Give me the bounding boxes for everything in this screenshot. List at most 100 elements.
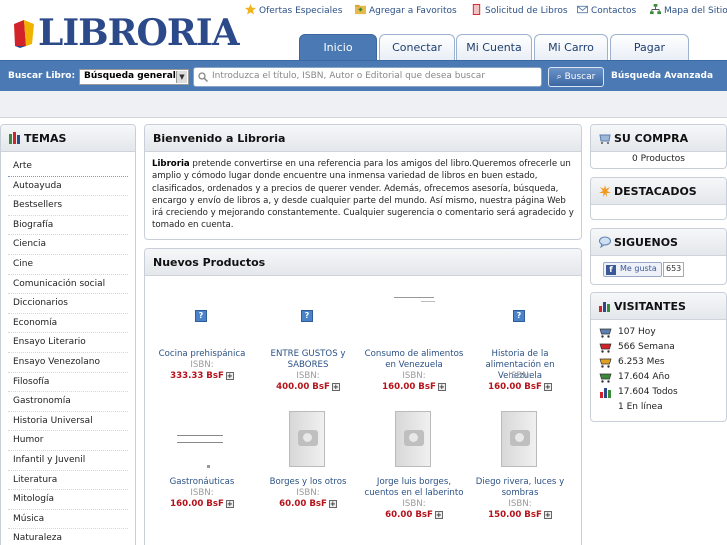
cart-title: SU COMPRA — [614, 132, 689, 145]
follow-panel: SIGUENOS f Me gusta 653 — [590, 228, 727, 285]
link-ofertas[interactable]: Ofertas Especiales — [245, 4, 342, 16]
product-isbn: ISBN: — [296, 371, 320, 381]
product-title[interactable]: Gastronáuticas — [149, 477, 255, 488]
add-to-cart-icon[interactable]: + — [437, 383, 446, 391]
add-to-cart-icon[interactable]: + — [543, 511, 552, 519]
product-title[interactable]: Borges y los otros — [255, 477, 361, 488]
add-to-cart-icon[interactable]: + — [225, 372, 234, 380]
product-thumbnail[interactable] — [149, 425, 255, 475]
product-title[interactable]: Jorge luis borges, cuentos en el laberin… — [361, 477, 467, 499]
product-thumbnail[interactable] — [501, 411, 537, 467]
follow-title: SIGUENOS — [614, 236, 678, 249]
bar-chart-icon — [600, 388, 611, 398]
search-type-select[interactable]: Búsqueda general ▼ — [79, 69, 189, 85]
featured-title: DESTACADOS — [614, 185, 697, 198]
visitor-stat-text: 17.604 Año — [618, 372, 670, 382]
product-isbn: ISBN: — [296, 488, 320, 498]
visitor-stat-text: 566 Semana — [618, 342, 675, 352]
search-type-value: Búsqueda general — [84, 71, 176, 81]
tema-item[interactable]: Mitología — [8, 490, 128, 510]
tab-mi-cuenta[interactable]: Mi Cuenta — [456, 34, 532, 61]
new-products-title: Nuevos Productos — [145, 249, 581, 276]
add-to-cart-icon[interactable]: + — [543, 383, 552, 391]
visitor-stats: 107 Hoy 566 Semana 6.253 Mes 17.604 Año 17.6… — [591, 320, 726, 415]
tema-item[interactable]: Autoayuda — [8, 177, 128, 197]
logo-text: LIBRORIA — [38, 12, 240, 54]
facebook-like-button[interactable]: f Me gusta — [603, 262, 662, 277]
price-value: 160.00 BsF — [488, 382, 542, 392]
tema-item[interactable]: Arte — [8, 157, 128, 177]
link-solicitud[interactable]: Solicitud de Libros — [471, 4, 568, 16]
welcome-brand: Libroria — [152, 159, 190, 169]
cart-header: SU COMPRA — [591, 125, 726, 152]
product-title[interactable]: Diego rivera, luces y sombras — [467, 477, 573, 499]
book-icon — [472, 4, 481, 15]
like-label: Me gusta — [620, 264, 657, 273]
tab-conectar[interactable]: Conectar — [379, 34, 455, 61]
tema-item[interactable]: Música — [8, 510, 128, 530]
tab-pagar[interactable]: Pagar — [610, 34, 689, 61]
missing-image-icon[interactable]: ? — [513, 310, 525, 322]
tema-item[interactable]: Comunicación social — [8, 275, 128, 295]
price-value: 150.00 BsF — [488, 510, 542, 520]
tema-item[interactable]: Cine — [8, 255, 128, 275]
tema-item[interactable]: Diccionarios — [8, 294, 128, 314]
tema-item[interactable]: Literatura — [8, 471, 128, 491]
price-value: 400.00 BsF — [276, 382, 330, 392]
new-products-panel: Nuevos Productos ? Cocina prehispánica ISB… — [144, 248, 582, 545]
search-input[interactable]: Introduzca el título, ISBN, Autor o Edit… — [193, 67, 542, 87]
product-thumbnail[interactable] — [361, 297, 467, 303]
product-isbn: ISBN: — [508, 499, 532, 509]
tema-item[interactable]: Infantil y Juvenil — [8, 451, 128, 471]
search-button[interactable]: ⌕ Buscar — [548, 67, 604, 87]
site-logo[interactable]: LIBRORIA — [10, 10, 240, 53]
follow-header: SIGUENOS — [591, 229, 726, 256]
visitor-stat-text: 6.253 Mes — [618, 357, 665, 367]
tema-item[interactable]: Filosofía — [8, 373, 128, 393]
tema-item[interactable]: Biografía — [8, 216, 128, 236]
price-value: 60.00 BsF — [385, 510, 433, 520]
bar-chart-icon — [599, 302, 610, 312]
tema-item[interactable]: Humor — [8, 431, 128, 451]
tema-item[interactable]: Naturaleza — [8, 529, 128, 545]
books-icon — [9, 132, 20, 144]
tema-item[interactable]: Gastronomía — [8, 392, 128, 412]
link-mapa[interactable]: Mapa del Sitio — [650, 4, 727, 16]
tema-item[interactable]: Bestsellers — [8, 196, 128, 216]
link-favoritos[interactable]: Agregar a Favoritos — [355, 4, 457, 16]
tab-inicio[interactable]: Inicio — [299, 34, 377, 61]
product-isbn: ISBN: — [190, 360, 214, 370]
visitor-stat-text: 107 Hoy — [618, 327, 656, 337]
add-to-cart-icon[interactable]: + — [331, 383, 340, 391]
cart-icon — [599, 328, 612, 338]
visitor-stat-row: 1 En línea — [591, 400, 726, 415]
cart-icon — [599, 373, 612, 383]
books-logo-icon — [14, 20, 34, 48]
link-label: Solicitud de Libros — [485, 6, 568, 16]
tema-item[interactable]: Economía — [8, 314, 128, 334]
missing-image-icon[interactable]: ? — [301, 310, 313, 322]
search-label: Buscar Libro: — [8, 71, 76, 81]
tema-item[interactable]: Ensayo Venezolano — [8, 353, 128, 373]
tema-item[interactable]: Ensayo Literario — [8, 333, 128, 353]
add-to-cart-icon[interactable]: + — [225, 500, 234, 508]
link-contactos[interactable]: Contactos — [577, 4, 636, 16]
missing-image-icon[interactable]: ? — [195, 310, 207, 322]
product-thumbnail[interactable] — [289, 411, 325, 467]
product-title[interactable]: ENTRE GUSTOS y SABORES — [255, 349, 361, 371]
add-to-cart-icon[interactable]: + — [434, 511, 443, 519]
tema-item[interactable]: Ciencia — [8, 235, 128, 255]
cart-icon — [599, 358, 612, 368]
starburst-icon — [599, 185, 611, 197]
product-title[interactable]: Consumo de alimentos en Venezuela — [361, 349, 467, 371]
like-count: 653 — [663, 262, 685, 277]
product-thumbnail[interactable] — [395, 411, 431, 467]
tab-mi-carro[interactable]: Mi Carro — [534, 34, 608, 61]
search-icon: ⌕ — [556, 72, 562, 82]
add-to-cart-icon[interactable]: + — [328, 500, 337, 508]
product-title[interactable]: Cocina prehispánica — [149, 349, 255, 360]
advanced-search-link[interactable]: Búsqueda Avanzada — [611, 71, 713, 81]
price-value: 160.00 BsF — [382, 382, 436, 392]
tema-item[interactable]: Historia Universal — [8, 412, 128, 432]
visitors-title: VISITANTES — [614, 300, 686, 313]
